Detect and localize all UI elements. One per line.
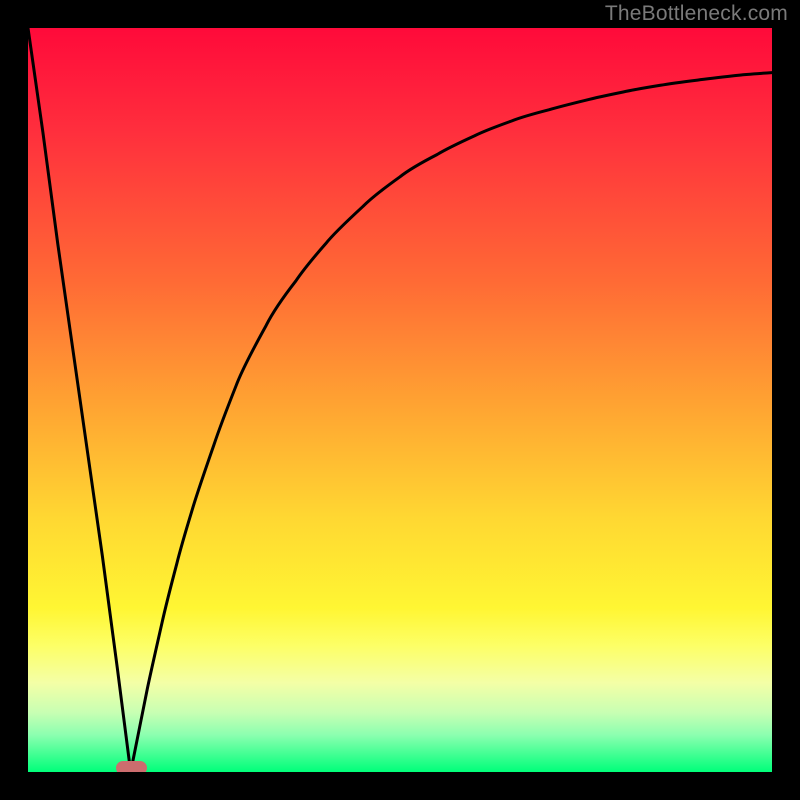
optimal-marker <box>116 761 147 773</box>
curve-svg <box>28 28 772 772</box>
plot-area <box>28 28 772 772</box>
bottleneck-curve <box>28 28 772 772</box>
watermark-text: TheBottleneck.com <box>605 2 788 26</box>
chart-frame: TheBottleneck.com <box>0 0 800 800</box>
